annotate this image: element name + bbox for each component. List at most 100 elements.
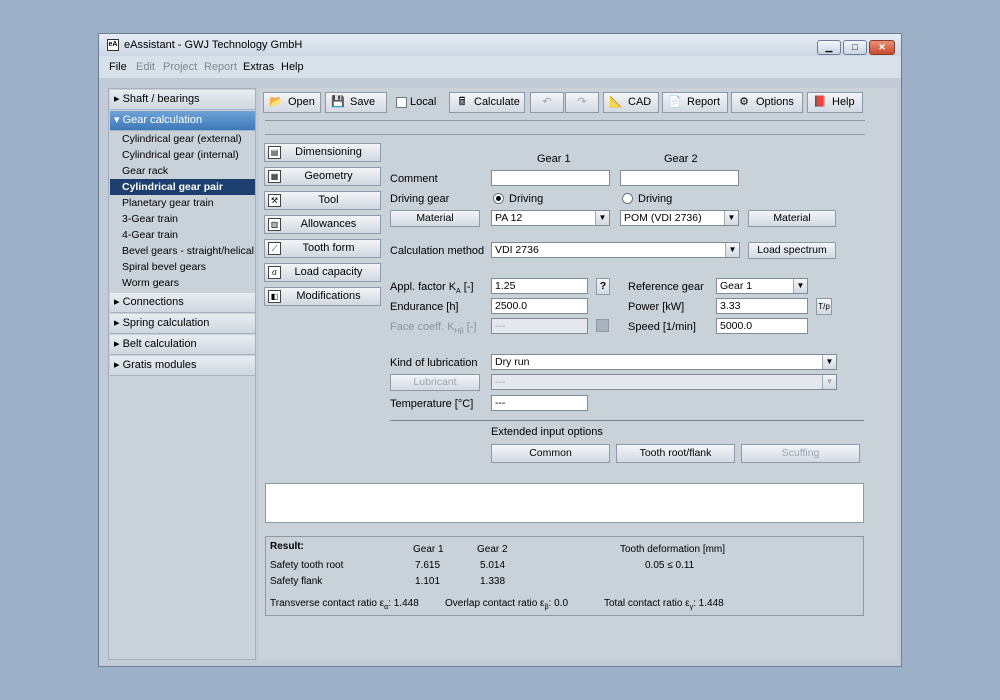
separator — [265, 134, 865, 135]
load-spectrum-button[interactable]: Load spectrum — [748, 242, 836, 259]
sidebar-section-gratis[interactable]: ▸ Gratis modules — [110, 356, 255, 376]
menu-project[interactable]: Project — [163, 61, 197, 73]
sidebar-item-3-gear-train[interactable]: 3-Gear train — [110, 211, 255, 227]
total-label: Total contact ratio ε — [604, 598, 690, 609]
sidebar-section-shaft-bearings[interactable]: ▸ Shaft / bearings — [110, 90, 255, 110]
dropdown-arrow-icon: ▼ — [822, 355, 836, 369]
safety-root-gear1: 7.615 — [415, 560, 441, 571]
sidebar-item-spiral-bevel[interactable]: Spiral bevel gears — [110, 259, 255, 275]
torque-power-button[interactable]: T/p — [816, 298, 832, 315]
material-gear2-select[interactable]: POM (VDI 2736) ▼ — [620, 210, 739, 226]
tab-dimensioning[interactable]: ▤ Dimensioning — [264, 143, 381, 162]
overlap-value: : 0.0 — [548, 598, 569, 609]
cad-button[interactable]: 📐 CAD — [603, 92, 659, 113]
transverse-contact-ratio: Transverse contact ratio εα: 1.448 — [270, 598, 419, 611]
local-checkbox[interactable] — [396, 97, 407, 108]
appl-factor-text: Appl. factor K — [390, 281, 457, 293]
face-coeff-button[interactable] — [596, 319, 609, 332]
tab-tooth-form[interactable]: ⟋ Tooth form — [264, 239, 381, 258]
save-button[interactable]: 💾 Save — [325, 92, 387, 113]
common-button[interactable]: Common — [491, 444, 610, 463]
sidebar-item-gear-rack[interactable]: Gear rack — [110, 163, 255, 179]
tab-geometry[interactable]: ▦ Geometry — [264, 167, 381, 186]
sidebar-item-bevel-gears[interactable]: Bevel gears - straight/helical — [110, 243, 255, 259]
sidebar-section-gear-calculation[interactable]: ▾ Gear calculation — [110, 111, 255, 131]
close-button[interactable]: ✕ — [869, 40, 895, 55]
lubricant-button[interactable]: Lubricant — [390, 374, 480, 391]
sidebar-section-spring[interactable]: ▸ Spring calculation — [110, 314, 255, 334]
options-button[interactable]: ⚙ Options — [731, 92, 803, 113]
maximize-button[interactable]: □ — [843, 40, 867, 55]
report-button[interactable]: 📄 Report — [662, 92, 728, 113]
power-input[interactable]: 3.33 — [716, 298, 808, 314]
reference-gear-label: Reference gear — [628, 281, 704, 293]
result-gear2-header: Gear 2 — [477, 544, 508, 555]
undo-button[interactable]: ↶ — [530, 92, 564, 113]
face-coeff-input[interactable]: --- — [491, 318, 588, 334]
appl-factor-input[interactable]: 1.25 — [491, 278, 588, 294]
sidebar-section-belt[interactable]: ▸ Belt calculation — [110, 335, 255, 355]
sidebar-item-cyl-gear-pair[interactable]: Cylindrical gear pair — [110, 179, 255, 195]
comment-gear1-input[interactable] — [491, 170, 610, 186]
comment-label: Comment — [390, 173, 438, 185]
tab-modifications[interactable]: ◧ Modifications — [264, 287, 381, 306]
sidebar-section-label: Gratis modules — [122, 359, 197, 371]
comment-gear2-input[interactable] — [620, 170, 739, 186]
modifications-icon: ◧ — [268, 290, 281, 303]
sidebar-section-connections[interactable]: ▸ Connections — [110, 293, 255, 313]
face-coeff-unit: [-] — [463, 321, 477, 333]
endurance-input[interactable]: 2500.0 — [491, 298, 588, 314]
help-label: Help — [832, 96, 855, 108]
dropdown-arrow-icon: ▼ — [724, 211, 738, 225]
minimize-icon: ▁ — [825, 42, 833, 52]
material-gear2-button[interactable]: Material — [748, 210, 836, 227]
material-gear1-select[interactable]: PA 12 ▼ — [491, 210, 610, 226]
temperature-label: Temperature [°C] — [390, 398, 474, 410]
temperature-input[interactable]: --- — [491, 395, 588, 411]
sidebar-item-cyl-internal[interactable]: Cylindrical gear (internal) — [110, 147, 255, 163]
tab-allowances[interactable]: ▥ Allowances — [264, 215, 381, 234]
reference-gear-select[interactable]: Gear 1 ▼ — [716, 278, 808, 294]
menu-bar: File Edit Project Report Extras Help — [99, 56, 901, 78]
minimize-button[interactable]: ▁ — [817, 40, 841, 55]
driving-gear1-radio[interactable] — [493, 193, 504, 204]
scuffing-button[interactable]: Scuffing — [741, 444, 860, 463]
appl-factor-unit: [-] — [460, 281, 474, 293]
material-gear2-value: POM (VDI 2736) — [624, 212, 702, 224]
safety-flank-gear2: 1.338 — [480, 576, 506, 587]
save-icon: 💾 — [331, 96, 345, 108]
menu-file[interactable]: File — [109, 61, 127, 73]
tooth-root-flank-button[interactable]: Tooth root/flank — [616, 444, 735, 463]
tool-icon: ⚒ — [268, 194, 281, 207]
help-button[interactable]: 📕 Help — [807, 92, 863, 113]
menu-edit[interactable]: Edit — [136, 61, 155, 73]
appl-factor-help-button[interactable]: ? — [596, 278, 610, 295]
sidebar-item-planetary[interactable]: Planetary gear train — [110, 195, 255, 211]
tab-tool[interactable]: ⚒ Tool — [264, 191, 381, 210]
lubricant-select[interactable]: --- ▼ — [491, 374, 837, 390]
transverse-label: Transverse contact ratio ε — [270, 598, 385, 609]
app-window: eA eAssistant - GWJ Technology GmbH ▁ □ … — [98, 33, 902, 667]
driving-gear2-radio[interactable] — [622, 193, 633, 204]
speed-input[interactable]: 5000.0 — [716, 318, 808, 334]
open-button[interactable]: 📂 Open — [263, 92, 321, 113]
tab-load-capacity[interactable]: σ Load capacity — [264, 263, 381, 282]
sidebar-item-cyl-external[interactable]: Cylindrical gear (external) — [110, 131, 255, 147]
menu-report[interactable]: Report — [204, 61, 237, 73]
message-area — [265, 483, 864, 523]
tooth-deformation-value: 0.05 ≤ 0.11 — [645, 560, 695, 571]
dropdown-arrow-icon: ▼ — [725, 243, 739, 257]
sidebar-item-worm-gears[interactable]: Worm gears — [110, 275, 255, 291]
redo-button[interactable]: ↷ — [565, 92, 599, 113]
calc-method-select[interactable]: VDI 2736 ▼ — [491, 242, 740, 258]
transverse-value: : 1.448 — [388, 598, 419, 609]
overlap-label: Overlap contact ratio ε — [445, 598, 545, 609]
dropdown-arrow-icon: ▼ — [595, 211, 609, 225]
material-gear1-value: PA 12 — [495, 212, 523, 224]
lubrication-select[interactable]: Dry run ▼ — [491, 354, 837, 370]
material-gear1-button[interactable]: Material — [390, 210, 480, 227]
calculate-button[interactable]: 🖩 Calculate — [449, 92, 525, 113]
menu-extras[interactable]: Extras — [243, 61, 274, 73]
sidebar-item-4-gear-train[interactable]: 4-Gear train — [110, 227, 255, 243]
menu-help[interactable]: Help — [281, 61, 304, 73]
